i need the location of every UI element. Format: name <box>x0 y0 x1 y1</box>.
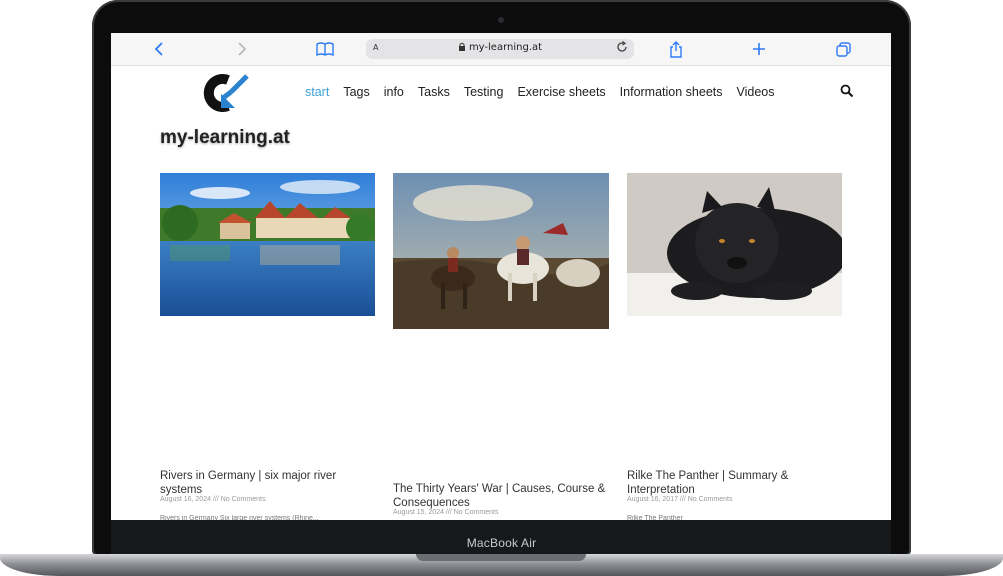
browser-toolbar: A my-learning.at <box>111 33 891 66</box>
laptop-mockup: A my-learning.at start Tags info Tasks T… <box>0 0 1003 576</box>
tabs-icon[interactable] <box>832 39 854 59</box>
address-text: my-learning.at <box>366 42 634 53</box>
share-icon[interactable] <box>665 39 687 59</box>
search-icon[interactable] <box>839 83 855 99</box>
nav-start[interactable]: start <box>305 85 329 99</box>
bookmarks-icon[interactable] <box>314 39 336 59</box>
laptop-notch <box>416 554 586 561</box>
nav-testing[interactable]: Testing <box>464 85 504 99</box>
address-bar[interactable]: A my-learning.at <box>366 39 634 59</box>
device-label: MacBook Air <box>466 536 537 550</box>
post-meta-panther: August 16, 2017 /// No Comments <box>627 496 733 503</box>
post-meta-rivers: August 16, 2024 /// No Comments <box>160 496 266 503</box>
site-header: start Tags info Tasks Testing Exercise s… <box>111 66 891 122</box>
post-image-panther[interactable] <box>627 173 842 316</box>
post-title-panther[interactable]: Rilke The Panther | Summary & Interpreta… <box>627 470 842 497</box>
lock-icon <box>458 42 465 51</box>
post-image-thirty-years-war[interactable] <box>393 173 609 329</box>
post-title-thirty-years-war[interactable]: The Thirty Years' War | Causes, Course &… <box>393 483 608 510</box>
nav-information-sheets[interactable]: Information sheets <box>620 85 723 99</box>
post-title-rivers[interactable]: Rivers in Germany | six major river syst… <box>160 470 375 497</box>
new-tab-icon[interactable] <box>748 39 770 59</box>
post-image-rivers[interactable] <box>160 173 375 316</box>
post-meta-thirty-years-war: August 15, 2024 /// No Comments <box>393 509 499 516</box>
nav-tasks[interactable]: Tasks <box>418 85 450 99</box>
main-nav: start Tags info Tasks Testing Exercise s… <box>305 85 789 99</box>
nav-videos[interactable]: Videos <box>737 85 775 99</box>
camera <box>498 17 504 23</box>
site-logo[interactable] <box>201 74 251 112</box>
address-url: my-learning.at <box>468 42 543 53</box>
nav-exercise-sheets[interactable]: Exercise sheets <box>517 85 605 99</box>
reload-icon[interactable] <box>616 40 628 56</box>
screen: A my-learning.at start Tags info Tasks T… <box>111 33 891 520</box>
back-icon[interactable] <box>148 39 170 59</box>
page-title: my-learning.at <box>160 127 290 148</box>
nav-tags[interactable]: Tags <box>343 85 369 99</box>
nav-info[interactable]: info <box>384 85 404 99</box>
forward-icon[interactable] <box>231 39 253 59</box>
